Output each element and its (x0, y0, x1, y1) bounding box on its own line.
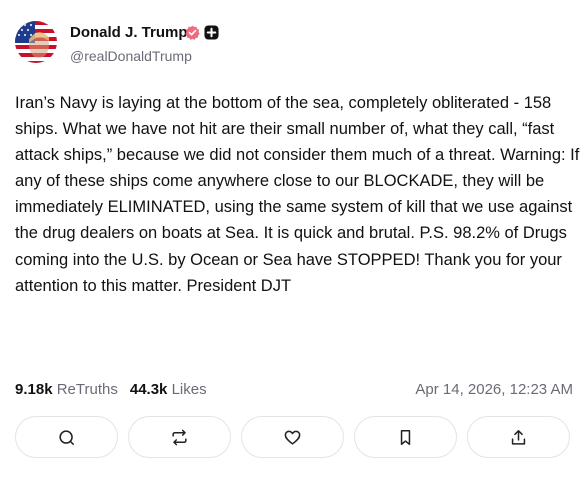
reply-button[interactable] (15, 416, 118, 458)
post-text: Iran’s Navy is laying at the bottom of t… (15, 94, 580, 295)
bookmark-button[interactable] (354, 416, 457, 458)
like-icon (284, 430, 301, 445)
post-timestamp[interactable]: Apr 14, 2026, 12:23 AM (415, 381, 573, 398)
share-icon (511, 429, 526, 445)
likes-label: Likes (171, 381, 207, 398)
reply-icon (59, 429, 74, 445)
verified-badge-icon (185, 25, 200, 40)
retruths-stat[interactable]: 9.18k ReTruths (15, 381, 118, 398)
post-stats: 9.18k ReTruths 44.3k Likes (15, 381, 207, 398)
author-name[interactable]: Donald J. Trump (70, 24, 188, 41)
action-bar (15, 416, 570, 458)
truth-post: Donald J. Trump @realDonaldTrump Iran’s … (0, 0, 587, 496)
author-handle[interactable]: @realDonaldTrump (70, 48, 192, 64)
share-button[interactable] (467, 416, 570, 458)
retruths-count: 9.18k (15, 381, 53, 398)
likes-count: 44.3k (129, 381, 168, 398)
avatar[interactable] (15, 21, 57, 63)
plus-badge-icon (204, 25, 219, 40)
like-button[interactable] (241, 416, 344, 458)
likes-stat[interactable]: 44.3k Likes (130, 381, 207, 398)
retruth-button[interactable] (128, 416, 231, 458)
flag-portrait-avatar-icon (15, 21, 57, 63)
badges (185, 25, 219, 40)
retruths-label: ReTruths (56, 381, 118, 398)
bookmark-icon (400, 429, 411, 445)
retruth-icon (172, 429, 187, 445)
